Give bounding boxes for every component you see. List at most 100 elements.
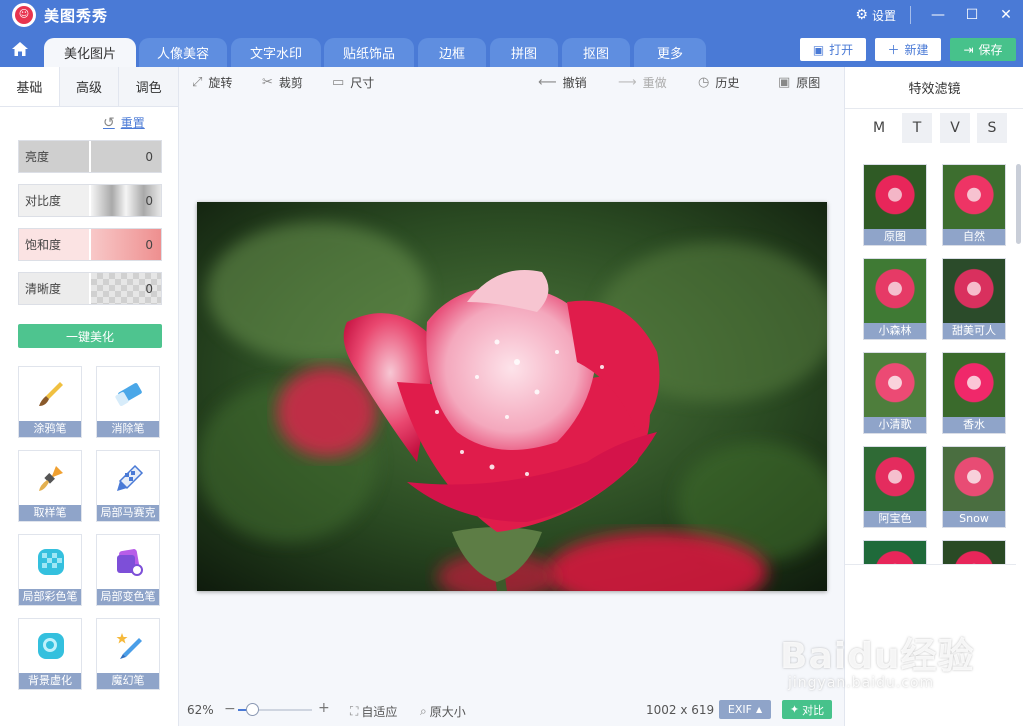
tool-local-color-pen[interactable]: 局部彩色笔 <box>18 534 82 606</box>
tool-background-blur[interactable]: 背景虚化 <box>18 618 82 690</box>
redo-label: 重做 <box>642 76 667 90</box>
tab-beautify[interactable]: 美化图片 <box>44 38 136 67</box>
filter-thumb[interactable]: 香水 <box>942 352 1006 434</box>
new-label: 新建 <box>904 43 929 57</box>
filter-preview <box>864 165 926 231</box>
zoom-level: 62% <box>187 703 214 717</box>
zoom-slider-handle[interactable] <box>246 703 259 716</box>
tab-text[interactable]: 文字水印 <box>231 38 321 67</box>
tool-local-mosaic[interactable]: 局部马赛克 <box>96 450 160 522</box>
plus-icon: ＋ <box>887 43 900 57</box>
reset-button[interactable]: ↺ 重置 <box>103 114 145 131</box>
new-button[interactable]: ＋ 新建 <box>875 38 941 61</box>
tool-label: 消除笔 <box>97 421 159 437</box>
clock-icon: ◷ <box>698 75 710 90</box>
effects-tab-m[interactable]: M <box>864 113 894 143</box>
close-icon: ✕ <box>1000 7 1012 23</box>
settings-button[interactable]: ⚙ 设置 <box>855 7 896 24</box>
open-button[interactable]: ▣ 打开 <box>800 38 866 61</box>
original-button[interactable]: ▣ 原图 <box>778 74 820 91</box>
left-panel: 基础 高级 调色 ↺ 重置 亮度 0 对比度 0 饱和度 0 清晰度 0 一键美… <box>0 67 179 726</box>
filter-thumb[interactable]: 小清歌 <box>863 352 927 434</box>
fit-icon: ⛶ <box>350 704 359 718</box>
filter-thumb[interactable]: 自然 <box>942 164 1006 246</box>
subtab-color[interactable]: 调色 <box>119 67 179 106</box>
title-bar: ☺ 美图秀秀 ⚙ 设置 — ☐ ✕ <box>0 0 1023 30</box>
subtab-advanced[interactable]: 高级 <box>59 67 120 106</box>
exif-label: EXIF <box>727 703 752 716</box>
redo-button[interactable]: ⟶ 重做 <box>618 74 667 91</box>
tab-cutout[interactable]: 抠图 <box>562 38 630 67</box>
gear-icon: ⚙ <box>855 7 868 23</box>
filter-preview <box>943 447 1005 513</box>
tool-label: 魔幻笔 <box>97 673 159 689</box>
saturation-label: 饱和度 <box>19 229 91 260</box>
filter-thumb[interactable]: 阿宝色 <box>863 446 927 528</box>
edit-toolbar: ⤢ 旋转 ✂ 裁剪 ▭ 尺寸 ⟵ 撤销 ⟶ 重做 ◷ 历史 ▣ 原图 <box>180 67 844 97</box>
tool-label: 取样笔 <box>19 505 81 521</box>
filter-thumb[interactable] <box>942 540 1006 564</box>
maximize-button[interactable]: ☐ <box>955 0 989 30</box>
tool-local-recolor-pen[interactable]: 局部变色笔 <box>96 534 160 606</box>
exif-button[interactable]: EXIF ▲ <box>719 700 771 719</box>
effects-title: 特效滤镜 <box>845 67 1023 109</box>
main-nav: 美化图片 人像美容 文字水印 贴纸饰品 边框 拼图 抠图 更多 ▣ 打开 ＋ 新… <box>0 30 1023 67</box>
tool-eraser[interactable]: 消除笔 <box>96 366 160 438</box>
tool-doodle-pen[interactable]: 涂鸦笔 <box>18 366 82 438</box>
filter-preview <box>864 353 926 419</box>
contrast-value: 0 <box>91 185 161 216</box>
tab-collage[interactable]: 拼图 <box>490 38 558 67</box>
settings-label: 设置 <box>871 8 896 23</box>
rose-photo[interactable] <box>197 202 827 591</box>
tool-label: 局部变色笔 <box>97 589 159 605</box>
filter-label: 甜美可人 <box>943 323 1005 339</box>
history-button[interactable]: ◷ 历史 <box>698 74 739 91</box>
sharpness-slider[interactable]: 清晰度 0 <box>18 272 162 305</box>
zoom-out-button[interactable]: − <box>224 701 236 717</box>
effects-tab-s[interactable]: S <box>977 113 1007 143</box>
home-icon <box>12 41 28 56</box>
tab-stickers[interactable]: 贴纸饰品 <box>324 38 414 67</box>
picture-icon: ▣ <box>778 75 791 90</box>
tab-frames[interactable]: 边框 <box>418 38 486 67</box>
image-dimensions: 1002 x 619 <box>646 703 715 717</box>
tab-portrait[interactable]: 人像美容 <box>139 38 227 67</box>
close-button[interactable]: ✕ <box>989 0 1023 30</box>
filter-thumb[interactable]: Snow <box>942 446 1006 528</box>
filter-thumb[interactable]: 甜美可人 <box>942 258 1006 340</box>
fit-button[interactable]: ⛶ 自适应 <box>350 703 397 720</box>
crop-button[interactable]: ✂ 裁剪 <box>262 74 303 91</box>
crop-label: 裁剪 <box>278 76 303 90</box>
zoom-in-button[interactable]: + <box>318 700 330 716</box>
tool-magic-pen[interactable]: 魔幻笔 <box>96 618 160 690</box>
effects-tab-t[interactable]: T <box>902 113 932 143</box>
brightness-slider[interactable]: 亮度 0 <box>18 140 162 173</box>
compare-button[interactable]: ✦ 对比 <box>782 700 832 719</box>
compare-icon: ✦ <box>789 703 800 716</box>
filter-preview <box>864 259 926 325</box>
redo-icon: ⟶ <box>618 75 637 90</box>
size-button[interactable]: ▭ 尺寸 <box>332 74 374 91</box>
filter-scrollbar[interactable] <box>1016 164 1021 244</box>
effects-tab-v[interactable]: V <box>940 113 970 143</box>
original-size-button[interactable]: ⌕ 原大小 <box>420 703 466 720</box>
tool-sample-pen[interactable]: 取样笔 <box>18 450 82 522</box>
sharpness-value: 0 <box>91 273 161 304</box>
subtab-basic[interactable]: 基础 <box>0 67 60 106</box>
minimize-button[interactable]: — <box>921 0 955 30</box>
rotate-button[interactable]: ⤢ 旋转 <box>192 74 232 91</box>
eraser-icon <box>115 383 142 406</box>
caret-up-icon: ▲ <box>755 705 763 714</box>
saturation-slider[interactable]: 饱和度 0 <box>18 228 162 261</box>
save-button[interactable]: ⇥ 保存 <box>950 38 1016 61</box>
contrast-slider[interactable]: 对比度 0 <box>18 184 162 217</box>
undo-button[interactable]: ⟵ 撤销 <box>538 74 587 91</box>
filter-thumb[interactable]: 原图 <box>863 164 927 246</box>
tab-more[interactable]: 更多 <box>634 38 706 67</box>
one-click-beautify-button[interactable]: 一键美化 <box>18 324 162 348</box>
logo-icon: ☺ <box>15 6 33 24</box>
filter-thumb[interactable]: 小森林 <box>863 258 927 340</box>
filter-thumb[interactable] <box>863 540 927 564</box>
export-icon: ⇥ <box>963 42 974 57</box>
home-button[interactable] <box>0 30 40 67</box>
